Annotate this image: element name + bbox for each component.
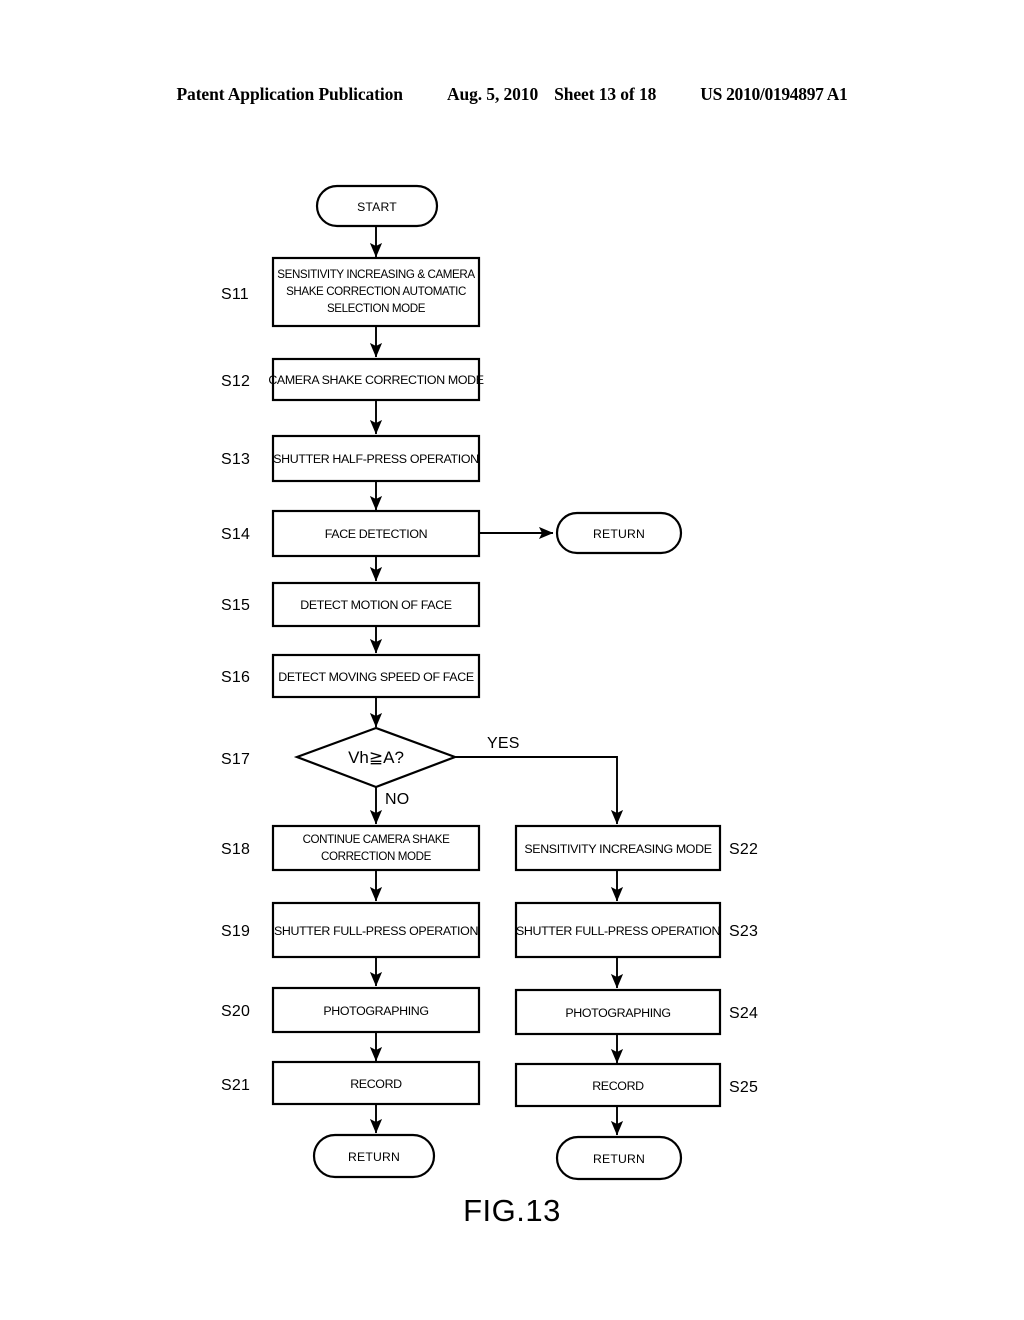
node-s20[interactable]: PHOTOGRAPHING [271, 986, 481, 1034]
node-s21[interactable]: RECORD [271, 1060, 481, 1106]
node-s23[interactable]: SHUTTER FULL-PRESS OPERATION [514, 901, 722, 959]
s24-label: PHOTOGRAPHING [565, 1006, 670, 1020]
node-start[interactable]: START [315, 184, 439, 228]
s11-label-line1: SENSITIVITY INCREASING & CAMERA [277, 268, 475, 281]
flowchart-figure: START SENSITIVITY INCREASING & CAMERA SH… [221, 184, 758, 1228]
node-s14[interactable]: FACE DETECTION [271, 509, 481, 558]
step-number-s16: S16 [221, 669, 250, 686]
s14-label: FACE DETECTION [325, 527, 428, 541]
node-s17-decision[interactable]: Vh≧A? [293, 726, 459, 789]
return-b-label: RETURN [348, 1150, 400, 1164]
step-number-s17: S17 [221, 751, 250, 768]
s23-label: SHUTTER FULL-PRESS OPERATION [516, 924, 720, 938]
step-number-s25: S25 [729, 1079, 758, 1096]
step-number-s23: S23 [729, 923, 758, 940]
s19-label: SHUTTER FULL-PRESS OPERATION [274, 924, 478, 938]
patent-figure-page: Patent Application Publication Aug. 5, 2… [0, 0, 1024, 1320]
branch-label-no: NO [385, 791, 409, 808]
s12-label: CAMERA SHAKE CORRECTION MODE [268, 373, 483, 387]
node-s25[interactable]: RECORD [514, 1062, 722, 1108]
s15-label: DETECT MOTION OF FACE [300, 598, 452, 612]
node-s13[interactable]: SHUTTER HALF-PRESS OPERATION [271, 434, 481, 483]
node-s18[interactable]: CONTINUE CAMERA SHAKE CORRECTION MODE [271, 824, 481, 872]
s17-condition-label: Vh≧A? [348, 748, 404, 767]
s21-label: RECORD [350, 1077, 402, 1091]
return-a-label: RETURN [593, 527, 645, 541]
s18-label-line2: CORRECTION MODE [321, 850, 432, 863]
branch-label-yes: YES [487, 735, 520, 752]
start-label: START [357, 200, 397, 214]
step-number-s14: S14 [221, 526, 250, 543]
step-number-s19: S19 [221, 923, 250, 940]
node-s16[interactable]: DETECT MOVING SPEED OF FACE [271, 653, 481, 699]
step-number-s12: S12 [221, 373, 250, 390]
s16-label: DETECT MOVING SPEED OF FACE [278, 670, 474, 684]
step-number-s13: S13 [221, 451, 250, 468]
return-c-label: RETURN [593, 1152, 645, 1166]
step-number-s15: S15 [221, 597, 250, 614]
step-number-s21: S21 [221, 1077, 250, 1094]
step-number-s18: S18 [221, 841, 250, 858]
node-s24[interactable]: PHOTOGRAPHING [514, 988, 722, 1036]
s20-label: PHOTOGRAPHING [323, 1004, 428, 1018]
figure-caption: FIG.13 [463, 1193, 561, 1228]
node-return-a[interactable]: RETURN [555, 511, 683, 555]
step-number-s20: S20 [221, 1003, 250, 1020]
node-s22[interactable]: SENSITIVITY INCREASING MODE [514, 824, 722, 872]
s18-label-line1: CONTINUE CAMERA SHAKE [303, 833, 451, 846]
node-s12[interactable]: CAMERA SHAKE CORRECTION MODE [268, 357, 484, 402]
node-return-b[interactable]: RETURN [312, 1133, 436, 1179]
s13-label: SHUTTER HALF-PRESS OPERATION [273, 452, 478, 466]
edge-s17-yes-to-s22 [454, 756, 624, 825]
s11-label-line3: SELECTION MODE [327, 302, 426, 315]
node-s19[interactable]: SHUTTER FULL-PRESS OPERATION [271, 901, 481, 959]
step-number-s11: S11 [221, 286, 249, 303]
node-s11[interactable]: SENSITIVITY INCREASING & CAMERA SHAKE CO… [271, 256, 481, 328]
node-s15[interactable]: DETECT MOTION OF FACE [271, 581, 481, 628]
step-number-s24: S24 [729, 1005, 758, 1022]
s11-label-line2: SHAKE CORRECTION AUTOMATIC [286, 285, 466, 298]
node-return-c[interactable]: RETURN [555, 1135, 683, 1181]
s25-label: RECORD [592, 1079, 644, 1093]
step-number-s22: S22 [729, 841, 758, 858]
s22-label: SENSITIVITY INCREASING MODE [524, 842, 711, 856]
